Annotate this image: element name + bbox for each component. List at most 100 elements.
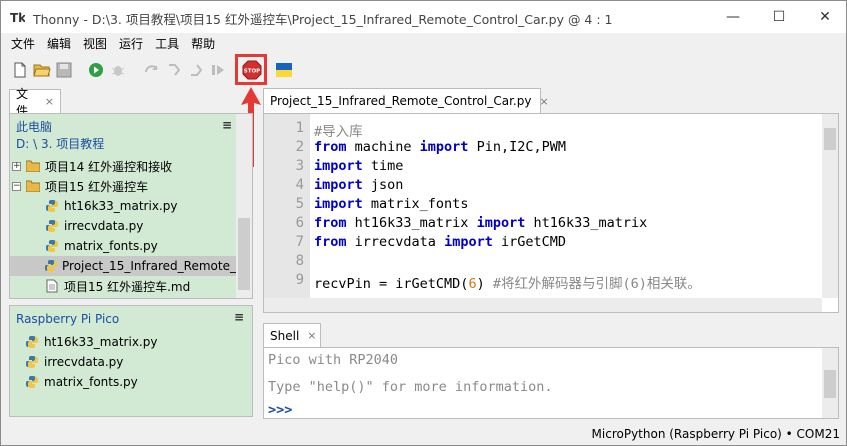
tree-item-label: 项目15 红外遥控车.md xyxy=(64,279,191,294)
editor-tab-close-icon[interactable]: × xyxy=(539,95,548,108)
shell-scrollbar[interactable] xyxy=(822,348,838,418)
shell-scrollbar-thumb[interactable] xyxy=(824,370,836,398)
files-pane: 此电脑 D: \ 3. 项目教程 ≡ + 项目14 红外遥控和接收 − 项目15… xyxy=(9,113,253,299)
editor-scrollbar-thumb[interactable] xyxy=(824,128,836,150)
code-line[interactable]: from ht16k33_matrix import ht16k33_matri… xyxy=(314,215,647,231)
python-file-icon xyxy=(24,354,40,370)
menu-view[interactable]: 视图 xyxy=(77,33,113,53)
code-line[interactable]: from irrecvdata import irGetCMD xyxy=(314,234,566,250)
new-file-icon[interactable] xyxy=(11,61,29,79)
code-token: import xyxy=(314,177,363,193)
code-token: #将红外解码器与引脚(6)相关联。 xyxy=(492,276,701,292)
tree-item-ht16k33[interactable]: ht16k33_matrix.py xyxy=(44,196,177,216)
editor-tab-label: Project_15_Infrared_Remote_Control_Car.p… xyxy=(270,94,532,108)
line-number: 4 xyxy=(295,177,304,193)
shell-output-line: Type "help()" for more information. xyxy=(268,379,553,395)
python-file-icon xyxy=(24,334,40,350)
svg-text:Tk: Tk xyxy=(10,11,25,25)
code-line[interactable]: from machine import Pin,I2C,PWM xyxy=(314,139,566,155)
code-token: ) xyxy=(476,276,493,292)
collapse-icon[interactable]: − xyxy=(12,181,21,191)
device-file-matrix-fonts[interactable]: matrix_fonts.py xyxy=(24,372,138,392)
code-token: from xyxy=(314,215,347,231)
menu-file[interactable]: 文件 xyxy=(5,33,41,53)
device-menu-icon[interactable]: ≡ xyxy=(234,310,244,324)
shell-tab-close-icon[interactable]: × xyxy=(307,329,316,342)
code-token: recvPin = irGetCMD( xyxy=(314,276,469,292)
tree-item-project15-script[interactable]: Project_15_Infrared_Remote_C xyxy=(10,256,244,276)
maximize-button[interactable]: ☐ xyxy=(756,1,802,33)
toolbar: STOP xyxy=(1,55,846,85)
interpreter-status[interactable]: MicroPython (Raspberry Pi Pico) • COM21 xyxy=(592,427,840,441)
save-icon[interactable] xyxy=(55,61,73,79)
menu-help[interactable]: 帮助 xyxy=(185,33,221,53)
debug-icon[interactable] xyxy=(109,61,127,79)
code-token: irrecvdata xyxy=(346,234,445,250)
menu-edit[interactable]: 编辑 xyxy=(41,33,77,53)
tree-item-irrecvdata[interactable]: irrecvdata.py xyxy=(44,216,143,236)
code-token: import xyxy=(444,234,493,250)
expand-icon[interactable]: + xyxy=(12,161,21,171)
code-token: from xyxy=(314,139,347,155)
ukraine-flag-icon[interactable] xyxy=(275,61,293,79)
minimize-button[interactable]: — xyxy=(710,1,756,33)
code-token: from xyxy=(314,234,347,250)
code-editor[interactable]: 1 2 3 4 5 6 7 8 9 #导入库 from machine impor… xyxy=(263,113,839,313)
code-token: import xyxy=(314,158,363,174)
resume-icon[interactable] xyxy=(209,61,227,79)
line-number: 1 xyxy=(295,120,304,136)
shell-console[interactable]: Pico with RP2040 Type "help()" for more … xyxy=(263,347,839,419)
device-file-label: ht16k33_matrix.py xyxy=(44,335,158,349)
device-title: Raspberry Pi Pico xyxy=(16,312,120,326)
folder-icon xyxy=(25,158,41,174)
window-title: Thonny - D:\3. 项目教程\项目15 红外遥控车\Project_1… xyxy=(33,12,613,27)
line-number-gutter: 1 2 3 4 5 6 7 8 9 xyxy=(264,114,310,298)
tree-item-project15[interactable]: − 项目15 红外遥控车 xyxy=(12,176,148,196)
step-into-icon[interactable] xyxy=(165,61,183,79)
shell-output-line: Pico with RP2040 xyxy=(268,352,399,368)
open-folder-icon[interactable] xyxy=(33,61,51,79)
tree-item-label: Project_15_Infrared_Remote_C xyxy=(62,259,245,273)
tab-editor-file[interactable]: Project_15_Infrared_Remote_Control_Car.p… xyxy=(263,88,549,113)
code-line[interactable]: #导入库 xyxy=(314,120,363,140)
device-file-irrecvdata[interactable]: irrecvdata.py xyxy=(24,352,123,372)
folder-icon xyxy=(25,178,41,194)
code-line[interactable]: import matrix_fonts xyxy=(314,196,468,212)
computer-title: 此电脑 xyxy=(16,120,53,134)
title-bar: Tk Thonny - D:\3. 项目教程\项目15 红外遥控车\Projec… xyxy=(1,1,846,33)
files-scrollbar-thumb[interactable] xyxy=(238,218,250,290)
line-number: 6 xyxy=(295,215,304,231)
tree-item-matrix-fonts[interactable]: matrix_fonts.py xyxy=(44,236,158,256)
tree-item-project14[interactable]: + 项目14 红外遥控和接收 xyxy=(12,156,172,176)
line-number: 9 xyxy=(295,272,304,288)
step-over-icon[interactable] xyxy=(143,61,161,79)
tree-item-md-file[interactable]: 项目15 红外遥控车.md xyxy=(44,276,190,296)
shell-prompt[interactable]: >>> xyxy=(268,402,292,418)
code-token: Pin,I2C,PWM xyxy=(468,139,566,155)
menu-tools[interactable]: 工具 xyxy=(149,33,185,53)
tab-files-close-icon[interactable]: × xyxy=(45,95,54,108)
run-icon[interactable] xyxy=(87,61,105,79)
files-menu-icon[interactable]: ≡ xyxy=(222,118,232,132)
line-number: 8 xyxy=(295,253,304,269)
device-file-ht16k33[interactable]: ht16k33_matrix.py xyxy=(24,332,157,352)
editor-vertical-scrollbar[interactable] xyxy=(822,114,838,298)
computer-path[interactable]: D: \ 3. 项目教程 xyxy=(16,135,104,152)
tab-files[interactable]: 文件 × xyxy=(9,87,61,118)
step-out-icon[interactable] xyxy=(187,61,205,79)
editor-horizontal-scrollbar[interactable] xyxy=(264,298,822,312)
line-number: 2 xyxy=(295,139,304,155)
tab-shell[interactable]: Shell × xyxy=(263,323,321,347)
code-token: ht16k33_matrix xyxy=(346,215,477,231)
code-line[interactable]: import time xyxy=(314,158,403,174)
close-button[interactable]: ✕ xyxy=(802,1,846,33)
tree-item-label: matrix_fonts.py xyxy=(64,239,158,253)
menu-run[interactable]: 运行 xyxy=(113,33,149,53)
python-file-icon xyxy=(24,374,40,390)
files-scrollbar[interactable] xyxy=(236,114,252,298)
code-token: irGetCMD xyxy=(492,234,566,250)
code-token: import xyxy=(476,215,526,231)
code-line[interactable]: recvPin = irGetCMD(6) #将红外解码器与引脚(6)相关联。 xyxy=(314,272,701,292)
code-token: ht16k33_matrix xyxy=(525,215,648,231)
code-line[interactable]: import json xyxy=(314,177,403,193)
